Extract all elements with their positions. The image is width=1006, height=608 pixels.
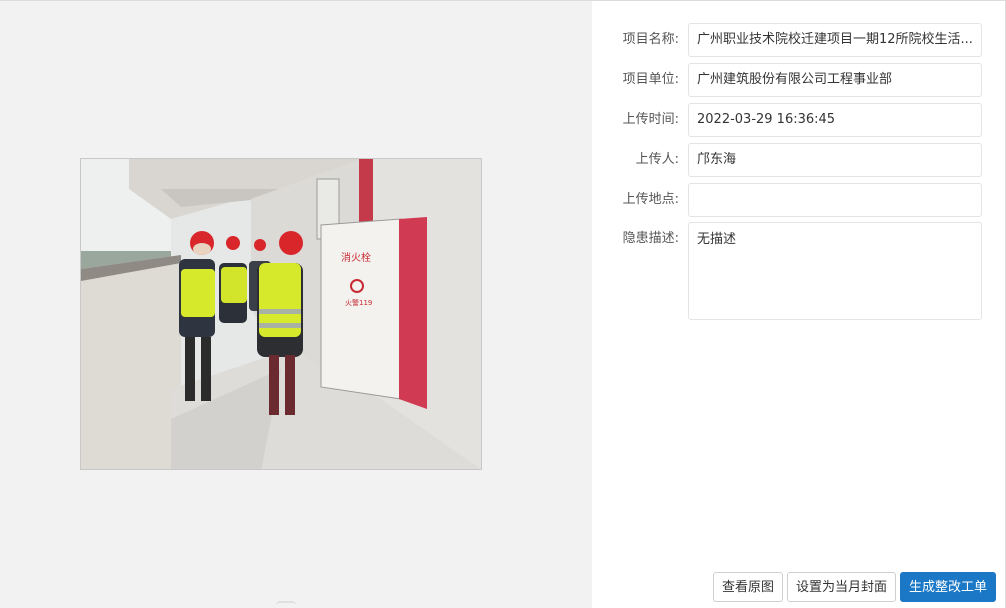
upload-location-input[interactable]	[688, 183, 982, 217]
field-label: 上传时间:	[622, 112, 679, 127]
field-project-unit: 项目单位: 广州建筑股份有限公司工程事业部	[592, 63, 1005, 97]
hazard-description-textarea[interactable]: 无描述	[688, 222, 982, 320]
field-uploader: 上传人: 邝东海	[592, 143, 1005, 177]
field-label: 隐患描述:	[622, 231, 679, 246]
image-preview-pane: 消火栓 火警119	[0, 1, 592, 608]
generate-order-button[interactable]: 生成整改工单	[900, 572, 997, 602]
project-unit-input[interactable]: 广州建筑股份有限公司工程事业部	[688, 63, 982, 97]
inspection-photo[interactable]: 消火栓 火警119	[80, 158, 482, 470]
project-name-input[interactable]: 广州职业技术院校迁建项目一期12所院校生活...	[688, 23, 982, 57]
field-upload-time: 上传时间: 2022-03-29 16:36:45	[592, 103, 1005, 137]
field-hazard-description: 隐患描述: 无描述	[592, 222, 1005, 320]
cabinet-label: 消火栓	[341, 251, 371, 264]
details-pane: 项目名称: 广州职业技术院校迁建项目一期12所院校生活... 项目单位: 广州建…	[592, 1, 1005, 608]
uploader-input[interactable]: 邝东海	[688, 143, 982, 177]
set-cover-button[interactable]: 设置为当月封面	[787, 572, 897, 602]
scroll-hint	[276, 601, 296, 608]
field-label: 项目名称:	[622, 32, 679, 47]
field-label: 项目单位:	[622, 72, 679, 87]
field-upload-location: 上传地点:	[592, 183, 1005, 217]
cabinet-sub-label: 火警119	[345, 298, 372, 307]
view-original-button[interactable]: 查看原图	[713, 572, 784, 602]
field-label: 上传人:	[635, 152, 679, 167]
upload-time-input[interactable]: 2022-03-29 16:36:45	[688, 103, 982, 137]
field-project-name: 项目名称: 广州职业技术院校迁建项目一期12所院校生活...	[592, 23, 1005, 57]
field-label: 上传地点:	[622, 192, 679, 207]
